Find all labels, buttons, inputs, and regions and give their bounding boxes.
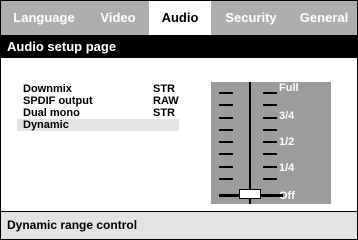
slider-tick: [219, 166, 233, 168]
tab-language[interactable]: Language: [1, 1, 87, 35]
tab-audio[interactable]: Audio: [149, 1, 211, 35]
slider-rail: [249, 82, 251, 204]
slider-tick: [263, 141, 277, 143]
dvd-setup-screen: Language Video Audio Security General Au…: [0, 0, 358, 240]
slider-tick: [263, 178, 277, 180]
level-label-half: 1/2: [279, 136, 295, 148]
slider-tick: [263, 92, 277, 94]
setting-label: Downmix: [23, 83, 72, 95]
setting-value: STR: [153, 83, 175, 95]
level-label-three-quarter: 3/4: [279, 110, 295, 122]
tab-bar: Language Video Audio Security General: [1, 1, 357, 35]
slider-tick: [219, 92, 233, 94]
setting-label: Dual mono: [23, 107, 80, 119]
tab-general[interactable]: General: [291, 1, 357, 35]
dynamic-range-slider[interactable]: Full 3/4 1/2 1/4 Off: [211, 82, 331, 204]
slider-tick: [263, 104, 277, 106]
slider-tick: [263, 117, 277, 119]
setting-value: STR: [153, 107, 175, 119]
slider-tick: [219, 117, 233, 119]
slider-tick: [219, 153, 233, 155]
level-label-full: Full: [279, 82, 299, 94]
setting-row-downmix[interactable]: Downmix STR: [17, 83, 179, 95]
setting-label: Dynamic: [23, 119, 69, 131]
slider-tick: [219, 178, 233, 180]
status-bar: Dynamic range control: [1, 211, 357, 239]
slider-tick: [263, 129, 277, 131]
level-label-quarter: 1/4: [279, 162, 295, 174]
slider-knob[interactable]: [239, 189, 261, 199]
tab-video[interactable]: Video: [87, 1, 149, 35]
page-title: Audio setup page: [1, 35, 357, 58]
setting-row-dynamic[interactable]: Dynamic: [17, 119, 179, 131]
slider-tick: [263, 166, 277, 168]
settings-panel: Downmix STR SPDIF output RAW Dual mono S…: [1, 58, 357, 211]
slider-tick: [219, 104, 233, 106]
slider-tick: [219, 129, 233, 131]
setting-label: SPDIF output: [23, 95, 93, 107]
slider-tick: [263, 153, 277, 155]
tab-security[interactable]: Security: [211, 1, 291, 35]
setting-value: RAW: [153, 95, 179, 107]
slider-tick: [219, 141, 233, 143]
setting-row-spdif-output[interactable]: SPDIF output RAW: [17, 95, 179, 107]
setting-row-dual-mono[interactable]: Dual mono STR: [17, 107, 179, 119]
